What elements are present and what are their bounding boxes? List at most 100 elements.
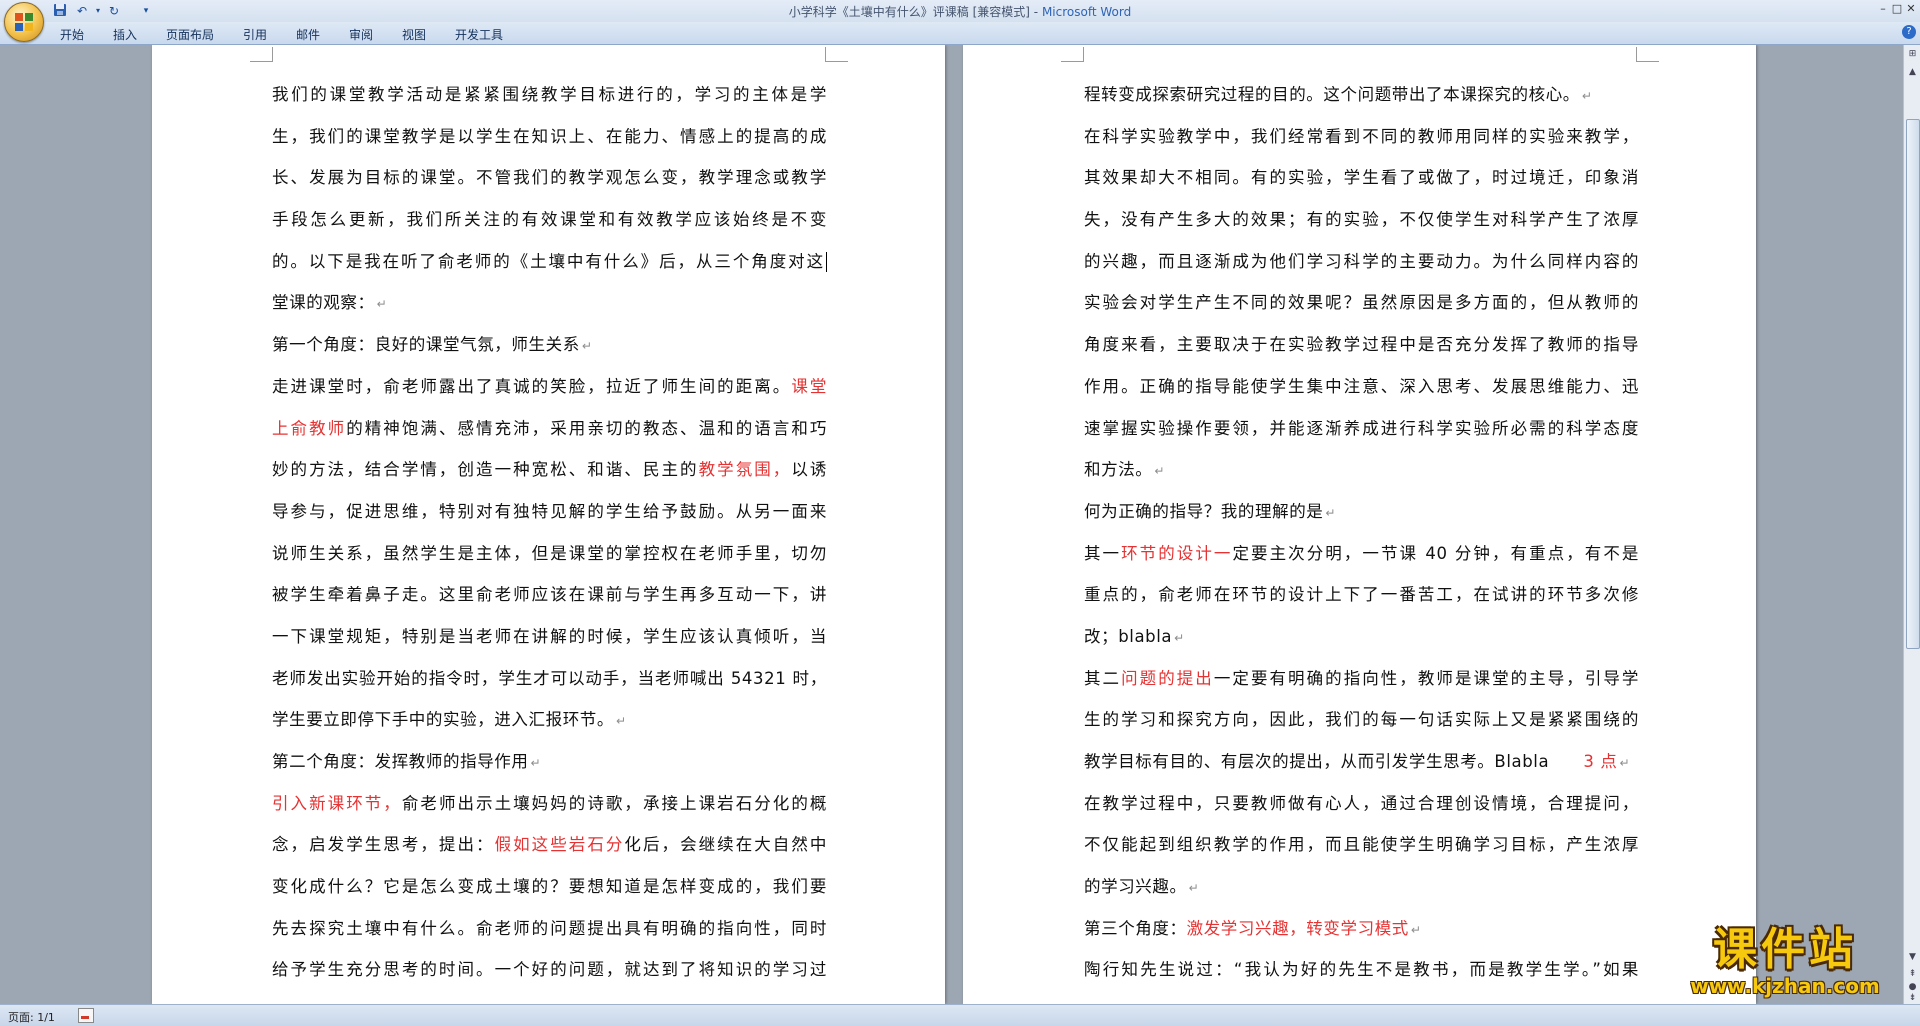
paragraph-mark-icon: ↵: [1619, 756, 1631, 770]
tab-home[interactable]: 开始: [60, 26, 84, 43]
page-indicator[interactable]: 页面: 1/1: [8, 1009, 55, 1025]
text-segment: 走进课堂时，俞老师露出了真诚的笑脸，拉近了师生间的距离。: [272, 376, 792, 396]
text-line: 第一个角度：良好的课堂气氛，师生关系 ↵: [272, 324, 827, 366]
text-segment: 陶行知先生说过：“我认为好的先生不是教书，而是教学生学。”如果: [1084, 960, 1639, 980]
document-page-left[interactable]: 我们的课堂教学活动是紧紧围绕教学目标进行的，学习的主体是学生，我们的课堂教学是以…: [152, 45, 945, 1004]
text-line: 妙的方法，结合学情，创造一种宽松、和谐、民主的教学氛围，以诱: [272, 449, 827, 491]
text-line: 实验会对学生产生不同的效果呢？虽然原因是多方面的，但从教师的: [1084, 282, 1639, 324]
text-line: 一下课堂规矩，特别是当老师在讲解的时候，学生应该认真倾听，当: [272, 616, 827, 658]
text-segment: 学生要立即停下手中的实验，进入汇报环节。: [272, 710, 614, 730]
text-line: 生，我们的课堂教学是以学生在知识上、在能力、情感上的提高的成: [272, 116, 827, 158]
highlighted-text: 3 点: [1583, 752, 1618, 771]
text-line: 不仅能起到组织教学的作用，而且能使学生明确学习目标，产生浓厚: [1084, 824, 1639, 866]
ribbon-tab-bar: 开始 插入 页面布局 引用 邮件 审阅 视图 开发工具 ?: [0, 22, 1920, 45]
paragraph-mark-icon: ↵: [581, 339, 593, 354]
text-line: 角度来看，主要取决于在实验教学过程中是否充分发挥了教师的指导: [1084, 324, 1639, 366]
text-segment: 被学生牵着鼻子走。这里俞老师应该在课前与学生再多互动一下，讲: [272, 585, 827, 605]
text-segment: 其二: [1084, 668, 1122, 688]
text-segment: 老师发出实验开始的指令时，学生才可以动手，当老师喊出 54321 时，: [272, 668, 827, 688]
tab-page-layout[interactable]: 页面布局: [166, 26, 214, 43]
text-segment: 导参与，促进思维，特别对有独特见解的学生给予鼓励。从另一面来: [272, 501, 827, 521]
text-segment: 在教学过程中，只要教师做有心人，通过合理创设情境，合理提问，: [1084, 793, 1639, 813]
text-line: 第二个角度：发挥教师的指导作用 ↵: [272, 741, 827, 783]
document-page-right[interactable]: 程转变成探索研究过程的目的。这个问题带出了本课探究的核心。 ↵ 在科学实验教学中，我…: [963, 45, 1756, 1004]
text-segment: 妙的方法，结合学情，创造一种宽松、和谐、民主的: [272, 460, 699, 480]
tab-view[interactable]: 视图: [402, 26, 426, 43]
text-segment: 长、发展为目标的课堂。不管我们的教学观怎么变，教学理念或教学: [272, 168, 827, 188]
text-segment: 化后，会继续在大自然中: [624, 835, 827, 855]
text-segment: 手段怎么更新，我们所关注的有效课堂和有效教学应该始终是不变: [272, 210, 827, 230]
scrollbar-thumb[interactable]: [1906, 119, 1920, 649]
title-bar: ↶ ▾ ↻ ▾ 小学科学《土壤中有什么》评课稿 [兼容模式] - Microso…: [0, 0, 1920, 22]
office-logo-icon: [15, 13, 33, 31]
close-button[interactable]: ✕: [1902, 1, 1920, 17]
text-segment: 在科学实验教学中，我们经常看到不同的教师用同样的实验来教学，: [1084, 126, 1639, 146]
text-segment: 念，启发学生思考，提出：: [272, 835, 495, 855]
text-segment: 生的学习和探究方向，因此，我们的每一句话实际上又是紧紧围绕的: [1084, 710, 1639, 730]
text-line: 其效果却大不相同。有的实验，学生看了或做了，时过境迁，印象消: [1084, 157, 1639, 199]
window-title: 小学科学《土壤中有什么》评课稿 [兼容模式] - Microsoft Word: [788, 5, 1132, 19]
previous-page-icon[interactable]: ⇞: [1906, 967, 1919, 981]
crop-mark: [1061, 47, 1084, 62]
text-segment: 失，没有产生多大的效果；有的实验，不仅使学生对科学产生了浓厚: [1084, 210, 1639, 230]
tab-insert[interactable]: 插入: [113, 26, 137, 43]
paragraph-mark-icon: ↵: [1325, 505, 1337, 520]
watermark-title: 课件站: [1713, 924, 1857, 975]
scroll-up-icon[interactable]: ▲: [1906, 65, 1919, 79]
text-line: 手段怎么更新，我们所关注的有效课堂和有效教学应该始终是不变: [272, 199, 827, 241]
text-line: 何为正确的指导？我的理解的是 ↵: [1084, 491, 1639, 533]
text-segment: 程转变成探索研究过程的目的。这个问题带出了本课探究的核心。: [1084, 85, 1580, 104]
text-segment: 给予学生充分思考的时间。一个好的问题，就达到了将知识的学习过: [272, 960, 827, 980]
help-icon[interactable]: ?: [1902, 25, 1916, 39]
text-line: 生的学习和探究方向，因此，我们的每一句话实际上又是紧紧围绕的: [1084, 699, 1639, 741]
paragraph-mark-icon: ↵: [1188, 881, 1200, 896]
text-line: 被学生牵着鼻子走。这里俞老师应该在课前与学生再多互动一下，讲: [272, 574, 827, 616]
vertical-scrollbar[interactable]: ⊞ ▲ ▼ ⇞ ● ⇟: [1903, 45, 1920, 1004]
text-line: 在教学过程中，只要教师做有心人，通过合理创设情境，合理提问，: [1084, 783, 1639, 825]
highlighted-text: 引入新课环节，: [272, 793, 402, 813]
ruler-toggle-icon[interactable]: ⊞: [1906, 47, 1919, 61]
app-name: Microsoft Word: [1041, 5, 1132, 19]
text-segment: 的。以下是我在听了俞老师的《土壤中有什么》后，从三个角度对这: [272, 251, 825, 271]
tab-references[interactable]: 引用: [243, 26, 267, 43]
text-segment: 教学目标有目的、有层次的提出，从而引发学生思考。Blabla: [1084, 752, 1584, 771]
text-segment: 的兴趣，而且逐渐成为他们学习科学的主要动力。为什么同样内容的: [1084, 251, 1639, 271]
page-text-right: 程转变成探索研究过程的目的。这个问题带出了本课探究的核心。 ↵ 在科学实验教学中，我…: [1084, 74, 1639, 991]
office-button[interactable]: [4, 2, 44, 42]
tab-mailings[interactable]: 邮件: [296, 26, 320, 43]
text-segment: 堂课的观察：: [272, 293, 375, 313]
text-segment: 一下课堂规矩，特别是当老师在讲解的时候，学生应该认真倾听，当: [272, 626, 827, 646]
next-page-icon[interactable]: ⇟: [1906, 991, 1919, 1005]
text-line: 老师发出实验开始的指令时，学生才可以动手，当老师喊出 54321 时，: [272, 658, 827, 700]
text-segment: 重点的，俞老师在环节的设计上下了一番苦工，在试讲的环节多次修: [1084, 585, 1639, 605]
text-line: 失，没有产生多大的效果；有的实验，不仅使学生对科学产生了浓厚: [1084, 199, 1639, 241]
paragraph-mark-icon: ↵: [1410, 922, 1422, 937]
paragraph-mark-icon: ↵: [376, 297, 388, 312]
text-segment: 作用。正确的指导能使学生集中注意、深入思考、发展思维能力、迅: [1084, 376, 1639, 396]
page-text-left: 我们的课堂教学活动是紧紧围绕教学目标进行的，学习的主体是学生，我们的课堂教学是以…: [272, 74, 827, 991]
text-segment: 其一: [1084, 543, 1122, 563]
crop-mark: [1636, 47, 1659, 62]
document-area[interactable]: 我们的课堂教学活动是紧紧围绕教学目标进行的，学习的主体是学生，我们的课堂教学是以…: [0, 45, 1902, 1004]
text-segment: 变化成什么？它是怎么变成土壤的？要想知道是怎样变成的，我们要: [272, 877, 827, 897]
text-segment: 说师生关系，虽然学生是主体，但是课堂的掌控权在老师手里，切勿: [272, 543, 827, 563]
text-line: 陶行知先生说过：“我认为好的先生不是教书，而是教学生学。”如果: [1084, 949, 1639, 991]
spelling-check-icon[interactable]: [78, 1008, 94, 1023]
text-segment: 我们的课堂教学活动是紧紧围绕教学目标进行的，学习的主体是学: [272, 85, 827, 104]
text-line: 速掌握实验操作要领，并能逐渐养成进行科学实验所必需的科学态度: [1084, 408, 1639, 450]
text-line: 改；blabla ↵: [1084, 616, 1639, 658]
text-line: 先去探究土壤中有什么。俞老师的问题提出具有明确的指向性，同时: [272, 908, 827, 950]
text-cursor: [826, 252, 827, 273]
text-line: 变化成什么？它是怎么变成土壤的？要想知道是怎样变成的，我们要: [272, 866, 827, 908]
text-line: 第三个角度：激发学习兴趣，转变学习模式 ↵: [1084, 908, 1639, 950]
paragraph-mark-icon: ↵: [1581, 89, 1593, 103]
scroll-down-icon[interactable]: ▼: [1906, 950, 1919, 964]
text-line: 导参与，促进思维，特别对有独特见解的学生给予鼓励。从另一面来: [272, 491, 827, 533]
text-line: 说师生关系，虽然学生是主体，但是课堂的掌控权在老师手里，切勿: [272, 533, 827, 575]
document-title: 小学科学《土壤中有什么》评课稿 [兼容模式]: [788, 5, 1030, 19]
tab-review[interactable]: 审阅: [349, 26, 373, 43]
text-line: 上俞教师的精神饱满、感情充沛，采用亲切的教态、温和的语言和巧: [272, 408, 827, 450]
tab-developer[interactable]: 开发工具: [455, 26, 503, 43]
text-segment: 第一个角度：良好的课堂气氛，师生关系: [272, 335, 580, 355]
text-line: 引入新课环节，俞老师出示土壤妈妈的诗歌，承接上课岩石分化的概: [272, 783, 827, 825]
